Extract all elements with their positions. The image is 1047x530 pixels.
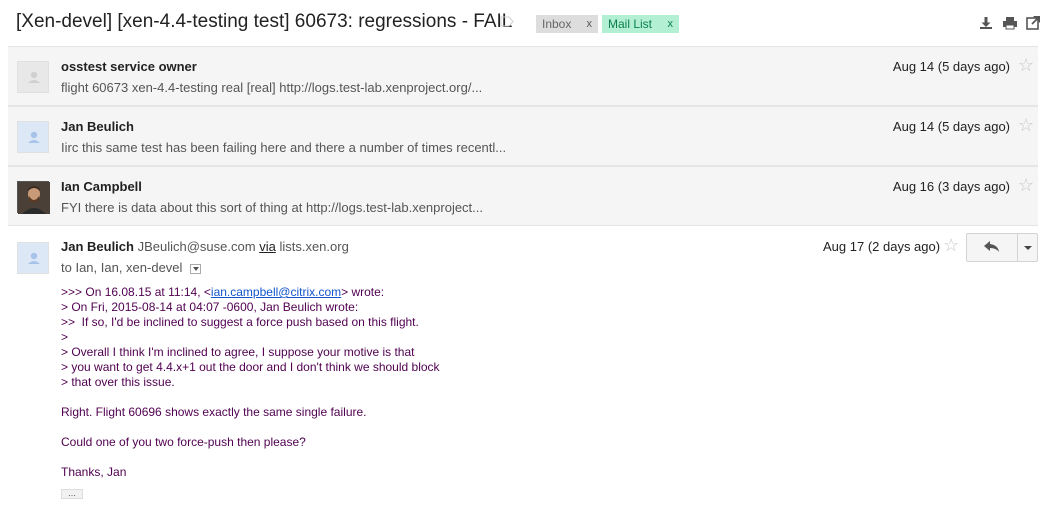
collapsed-message[interactable]: Ian Campbell FYI there is data about thi… bbox=[8, 166, 1038, 226]
expanded-message: Jan Beulich JBeulich@suse.com via lists.… bbox=[8, 228, 1038, 528]
label-mail-list[interactable]: Mail List x bbox=[602, 15, 679, 33]
star-icon[interactable]: ☆ bbox=[1018, 115, 1034, 136]
collapsed-message[interactable]: osstest service owner flight 60673 xen-4… bbox=[8, 46, 1038, 106]
quoted-line: > that over this issue. bbox=[61, 375, 175, 389]
recipients: to Ian, Ian, xen-devel bbox=[61, 260, 183, 275]
reply-button-group bbox=[966, 233, 1038, 262]
reply-button[interactable] bbox=[967, 234, 1017, 261]
subject-bar: [Xen-devel] [xen-4.4-testing test] 60673… bbox=[0, 0, 1047, 46]
label-mail-list-name: Mail List bbox=[608, 17, 653, 31]
star-icon[interactable]: ☆ bbox=[1018, 55, 1034, 76]
print-icon[interactable] bbox=[1002, 15, 1018, 31]
sender-name: osstest service owner bbox=[61, 59, 197, 74]
show-details-button[interactable] bbox=[190, 263, 202, 274]
message-date: Aug 14 (5 days ago) bbox=[892, 59, 1010, 74]
quote-attribution: >>> On 16.08.15 at 11:14, <ian.campbell@… bbox=[61, 285, 385, 299]
label-inbox[interactable]: Inbox x bbox=[536, 15, 598, 33]
body-paragraph: Could one of you two force-push then ple… bbox=[61, 435, 306, 449]
star-icon[interactable]: ☆ bbox=[1018, 175, 1034, 196]
via-host: lists.xen.org bbox=[279, 239, 349, 254]
quoted-line: >> If so, I'd be inclined to suggest a f… bbox=[61, 315, 419, 329]
sender-name: Ian Campbell bbox=[61, 179, 142, 194]
collapsed-message[interactable]: Jan Beulich Iirc this same test has been… bbox=[8, 106, 1038, 166]
body-paragraph: Right. Flight 60696 shows exactly the sa… bbox=[61, 405, 367, 419]
message-snippet: Iirc this same test has been failing her… bbox=[61, 140, 507, 155]
new-window-icon[interactable] bbox=[1025, 15, 1041, 31]
sender-name: Jan Beulich bbox=[61, 119, 134, 134]
recipients-line: to Ian, Ian, xen-devel bbox=[61, 260, 202, 275]
label-inbox-name: Inbox bbox=[542, 17, 572, 31]
quoted-line: > Overall I think I'm inclined to agree,… bbox=[61, 345, 415, 359]
profile-photo-icon bbox=[18, 182, 50, 214]
sender-email: JBeulich@suse.com bbox=[137, 239, 256, 254]
message-date: Aug 14 (5 days ago) bbox=[892, 119, 1010, 134]
sender-name: Jan Beulich bbox=[61, 239, 134, 254]
avatar bbox=[17, 121, 49, 153]
default-avatar-icon bbox=[28, 131, 40, 143]
reply-arrow-icon bbox=[984, 241, 999, 252]
more-options-dropdown[interactable] bbox=[1017, 234, 1037, 261]
show-trimmed-content-button[interactable]: ... bbox=[61, 489, 83, 499]
avatar bbox=[17, 242, 49, 274]
avatar-photo bbox=[17, 181, 50, 214]
star-icon[interactable]: ☆ bbox=[943, 235, 959, 256]
via-link[interactable]: via bbox=[259, 239, 276, 254]
message-date: Aug 17 (2 days ago) bbox=[823, 239, 941, 254]
remove-label-inbox-button[interactable]: x bbox=[587, 15, 593, 33]
remove-label-mail-list-button[interactable]: x bbox=[668, 15, 674, 33]
default-avatar-icon bbox=[28, 252, 40, 264]
default-avatar-icon bbox=[28, 71, 40, 83]
message-snippet: flight 60673 xen-4.4-testing real [real]… bbox=[61, 80, 483, 95]
quoted-line: > On Fri, 2015-08-14 at 04:07 -0600, Jan… bbox=[61, 300, 359, 314]
email-link[interactable]: ian.campbell@citrix.com bbox=[211, 285, 341, 299]
avatar bbox=[17, 61, 49, 93]
download-icon[interactable] bbox=[978, 15, 994, 31]
label-tag-icon[interactable] bbox=[500, 16, 514, 27]
from-line: Jan Beulich JBeulich@suse.com via lists.… bbox=[61, 239, 349, 254]
signoff: Thanks, Jan bbox=[61, 465, 127, 479]
message-body: >>> On 16.08.15 at 11:14, <ian.campbell@… bbox=[61, 285, 440, 480]
message-snippet: FYI there is data about this sort of thi… bbox=[61, 200, 484, 215]
quoted-line: > you want to get 4.4.x+1 out the door a… bbox=[61, 360, 440, 374]
thread-subject: [Xen-devel] [xen-4.4-testing test] 60673… bbox=[16, 11, 513, 32]
quoted-line: > bbox=[61, 330, 69, 344]
message-date: Aug 16 (3 days ago) bbox=[892, 179, 1010, 194]
